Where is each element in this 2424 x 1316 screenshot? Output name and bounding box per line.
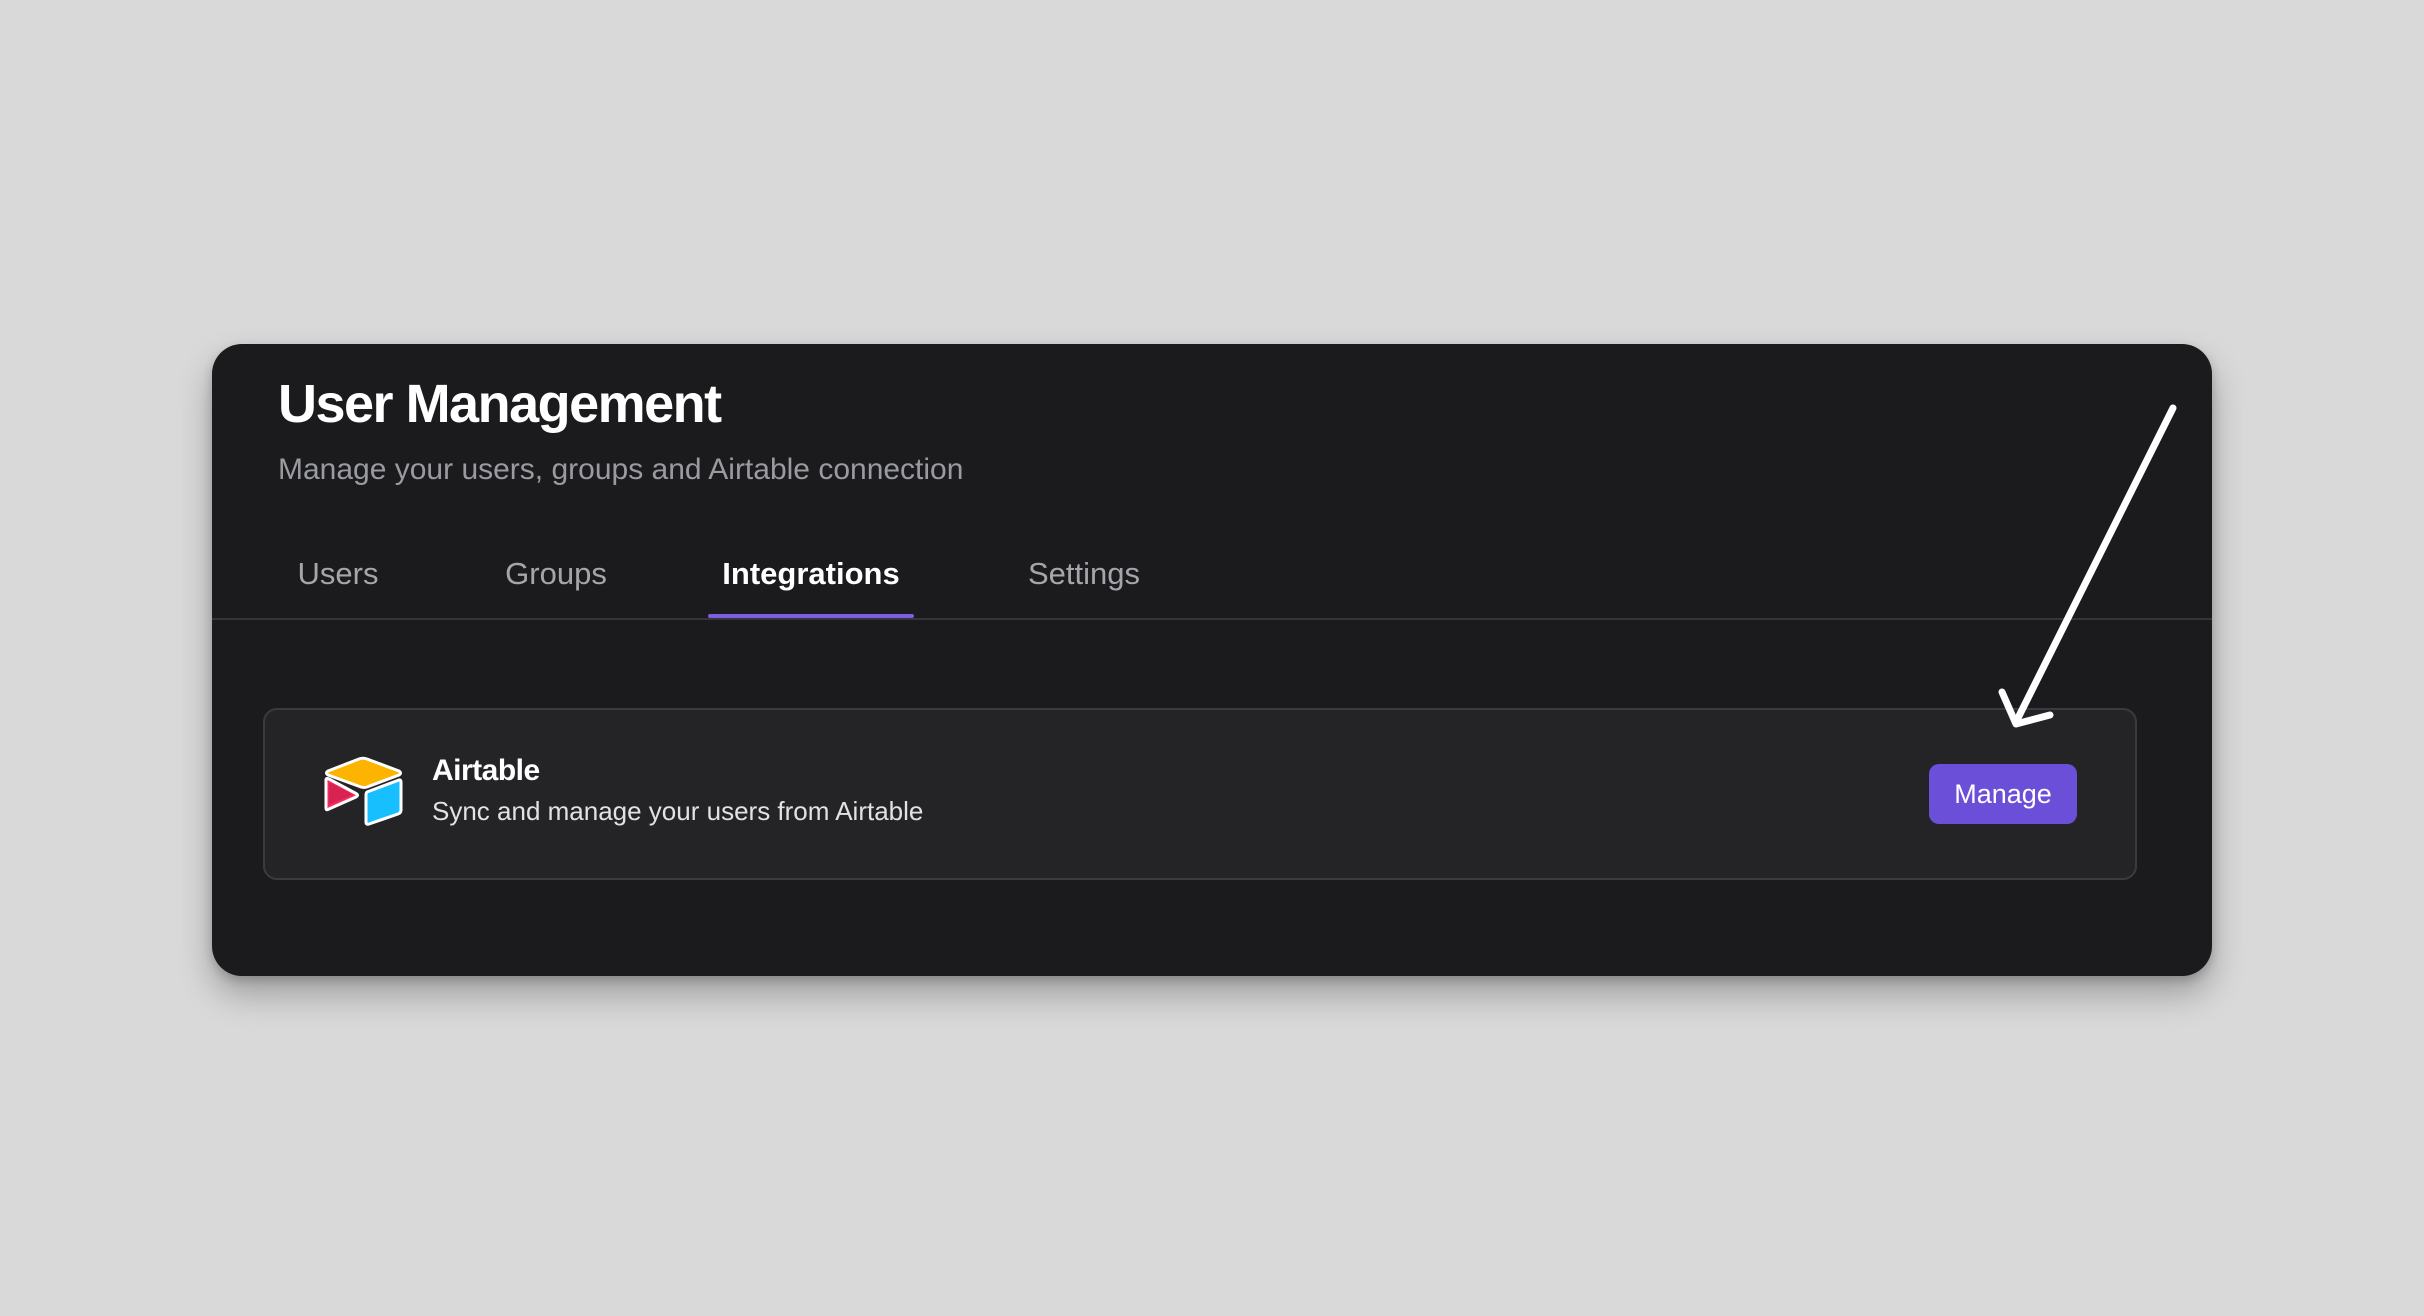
user-management-panel: User Management Manage your users, group… xyxy=(212,344,2212,976)
arrow-pointer-icon xyxy=(1998,404,2177,728)
active-tab-indicator xyxy=(708,614,914,618)
manage-button[interactable]: Manage xyxy=(1929,764,2077,824)
airtable-integration-card: Airtable Sync and manage your users from… xyxy=(263,708,2137,880)
screenshot-frame: User Management Manage your users, group… xyxy=(0,0,2424,1316)
page-subtitle: Manage your users, groups and Airtable c… xyxy=(278,453,964,486)
tab-users-label: Users xyxy=(297,556,379,591)
tab-settings[interactable]: Settings xyxy=(1014,544,1154,616)
tab-integrations[interactable]: Integrations xyxy=(708,544,914,618)
airtable-logo-icon xyxy=(324,756,403,826)
tab-groups[interactable]: Groups xyxy=(496,544,616,616)
tab-integrations-label: Integrations xyxy=(722,556,900,591)
page-title: User Management xyxy=(278,374,722,434)
integration-description: Sync and manage your users from Airtable xyxy=(432,796,924,826)
integration-name: Airtable xyxy=(432,754,540,787)
tab-bar: Users Groups Integrations Settings xyxy=(212,544,2212,620)
tab-users[interactable]: Users xyxy=(290,544,386,616)
tab-settings-label: Settings xyxy=(1027,556,1140,591)
tab-groups-label: Groups xyxy=(505,556,607,591)
